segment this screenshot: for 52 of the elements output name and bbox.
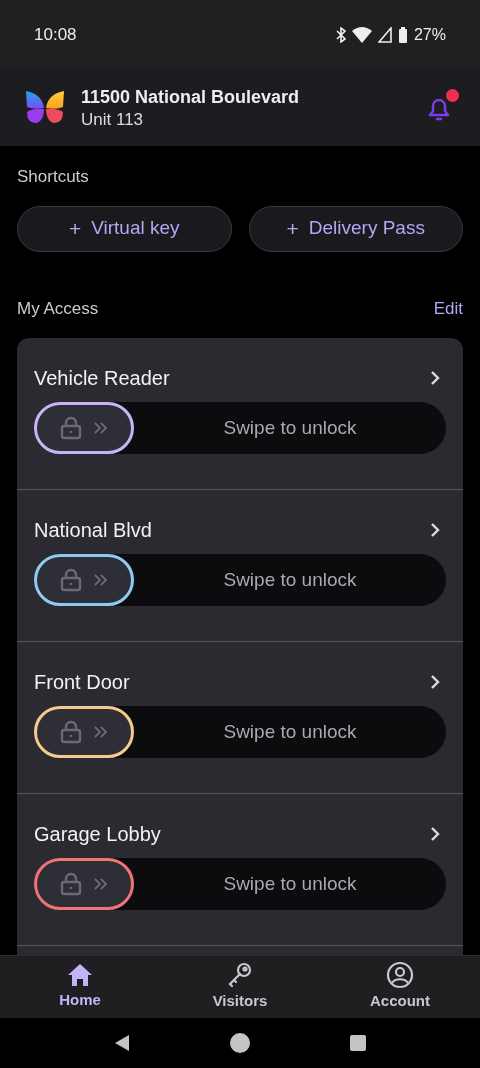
account-icon [386,961,414,990]
chevron-right-icon[interactable] [430,674,440,690]
shortcut-button[interactable]: + Virtual key [17,205,232,252]
battery-icon [397,26,408,44]
unlock-slider[interactable]: Swipe to unlock [34,402,446,454]
slider-thumb[interactable] [34,402,134,454]
lock-icon [60,568,82,592]
swipe-hint: Swipe to unlock [222,719,358,744]
clock: 10:08 [34,24,77,47]
wifi-icon [351,27,372,43]
lock-icon [60,416,82,440]
battery-percent: 27% [413,25,446,45]
lock-icon [60,872,82,896]
swipe-hint: Swipe to unlock [222,415,358,440]
nav-tab[interactable]: Visitors [160,956,320,1018]
double-chevron-icon [94,422,108,434]
door-name: Front Door [34,670,130,695]
back-icon[interactable] [114,1034,130,1052]
slider-thumb[interactable] [34,554,134,606]
butterfly-logo [25,90,65,126]
door-name: Garage Lobby [34,822,161,847]
home-icon [66,962,94,989]
chevron-right-icon[interactable] [430,826,440,842]
key-icon [226,961,254,990]
nav-tab[interactable]: Account [320,956,480,1018]
door-name: National Blvd [34,518,152,543]
shortcut-button[interactable]: + Delivery Pass [248,205,463,252]
chevron-right-icon[interactable] [430,522,440,538]
swipe-hint: Swipe to unlock [222,871,358,896]
unlock-slider[interactable]: Swipe to unlock [34,554,446,606]
signal-icon [377,27,392,43]
double-chevron-icon [94,878,108,890]
unlock-slider[interactable]: Swipe to unlock [34,858,446,910]
double-chevron-icon [94,574,108,586]
property-title: 11500 National Boulevard [81,86,301,109]
home-button-icon[interactable] [230,1033,250,1053]
plus-icon: + [68,212,82,245]
double-chevron-icon [94,726,108,738]
swipe-hint: Swipe to unlock [222,567,358,592]
door-name: Vehicle Reader [34,366,170,391]
unit-label: Unit 113 [81,109,145,131]
slider-thumb[interactable] [34,858,134,910]
lock-icon [60,720,82,744]
unlock-slider[interactable]: Swipe to unlock [34,706,446,758]
section-title: Shortcuts [17,166,90,188]
section-title: My Access [17,297,99,320]
edit-link[interactable]: Edit [433,295,463,321]
chevron-right-icon[interactable] [430,370,440,386]
nav-tab[interactable]: Home [0,956,160,1018]
plus-icon: + [286,212,299,245]
slider-thumb[interactable] [34,706,134,758]
bluetooth-icon [335,27,346,43]
